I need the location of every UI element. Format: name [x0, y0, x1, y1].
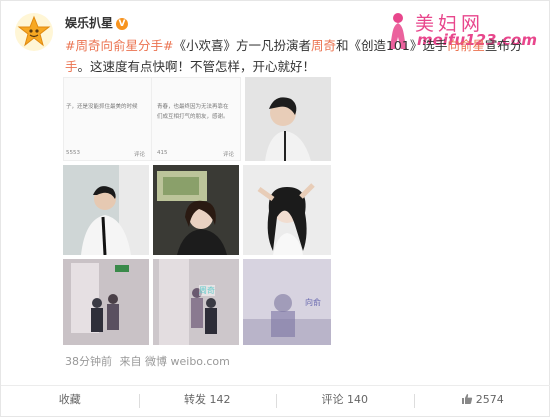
collect-label: 收藏: [58, 393, 81, 406]
photo-cctv-1[interactable]: [63, 259, 149, 345]
user-avatar[interactable]: [15, 13, 53, 51]
forward-button[interactable]: 转发 142: [138, 386, 277, 415]
post-text-c: 宣布分: [484, 38, 523, 53]
weibo-post-card: 娱乐扒星 V 美妇网 meifu123.com #周奇向俞星分手#《小欢喜》方一凡…: [0, 0, 550, 417]
screenshot-right-count: 415: [157, 150, 168, 156]
comment-label: 评论 140: [321, 393, 369, 406]
collect-button[interactable]: 收藏: [1, 386, 139, 415]
post-text: #周奇向俞星分手#《小欢喜》方一凡扮演者周奇和《创造101》选手向俞星宣布分手。…: [65, 35, 535, 77]
screenshot-left-pane: 子，还是没能抓住最美的时候 5553 评论: [64, 78, 152, 160]
boy-portrait-image: [245, 77, 331, 161]
post-time[interactable]: 38分钟前: [65, 355, 112, 368]
screenshot-right-comment: 评论: [223, 152, 235, 158]
user-name[interactable]: 娱乐扒星 V: [65, 14, 129, 31]
screenshot-right-pane: 青春，也最终因为无法再靠在 们成互相打气的朋友，感谢。 415 评论: [153, 78, 240, 160]
cctv-hallway-image: [63, 259, 149, 345]
user-name-text[interactable]: 娱乐扒星: [65, 16, 113, 30]
cctv-caption-2: 向俞: [305, 298, 321, 307]
girl-car-image: [153, 165, 239, 255]
mention-link-b[interactable]: 向俞星: [447, 38, 485, 53]
photo-boy-portrait[interactable]: [245, 77, 331, 161]
screenshot-left-count: 5553: [66, 150, 80, 156]
verified-badge-icon: V: [116, 18, 129, 30]
screenshot-left-snippet: 子，还是没能抓住最美的时候: [66, 104, 138, 110]
star-avatar-icon: [17, 15, 51, 47]
photo-girl-car[interactable]: [153, 165, 239, 255]
screenshot-left-comment: 评论: [134, 152, 146, 158]
screenshot-right-snippet-2: 们成互相打气的朋友，感谢。: [157, 114, 229, 120]
photo-girl-pose[interactable]: [243, 165, 331, 255]
cctv-corridor-image: [153, 259, 239, 345]
comment-button[interactable]: 评论 140: [276, 386, 414, 415]
post-source[interactable]: 来自 微博 weibo.com: [120, 355, 230, 368]
screenshot-thumbnail[interactable]: 子，还是没能抓住最美的时候 5553 评论 青春，也最终因为无法再靠在 们成互相…: [63, 77, 241, 161]
like-button[interactable]: 2574: [413, 386, 550, 415]
post-text-b: 和《创造101》选手: [335, 38, 448, 53]
post-text-a: 《小欢喜》方一凡扮演者: [173, 38, 311, 53]
photo-boy-suit[interactable]: [63, 165, 149, 255]
photo-cctv-2[interactable]: 周奇: [153, 259, 239, 345]
girl-pose-image: [243, 165, 331, 255]
post-text-d: 。这速度有点快啊！不管怎样，开心就好！: [77, 59, 316, 74]
cctv-caption-1: 周奇: [199, 285, 215, 296]
photo-cctv-3[interactable]: 向俞: [243, 259, 331, 345]
like-count: 2574: [475, 393, 504, 406]
action-bar: 收藏 转发 142 评论 140 2574: [1, 385, 550, 415]
boy-suit-image: [63, 165, 149, 255]
forward-label: 转发 142: [184, 393, 231, 406]
post-meta: 38分钟前 来自 微博 weibo.com: [65, 353, 230, 369]
screenshot-right-snippet-1: 青春，也最终因为无法再靠在: [157, 104, 229, 110]
post-text-c2: 手: [65, 59, 78, 74]
hashtag-link[interactable]: #周奇向俞星分手#: [65, 38, 173, 53]
mention-link-a[interactable]: 周奇: [311, 38, 336, 53]
thumbs-up-icon: [461, 394, 472, 404]
